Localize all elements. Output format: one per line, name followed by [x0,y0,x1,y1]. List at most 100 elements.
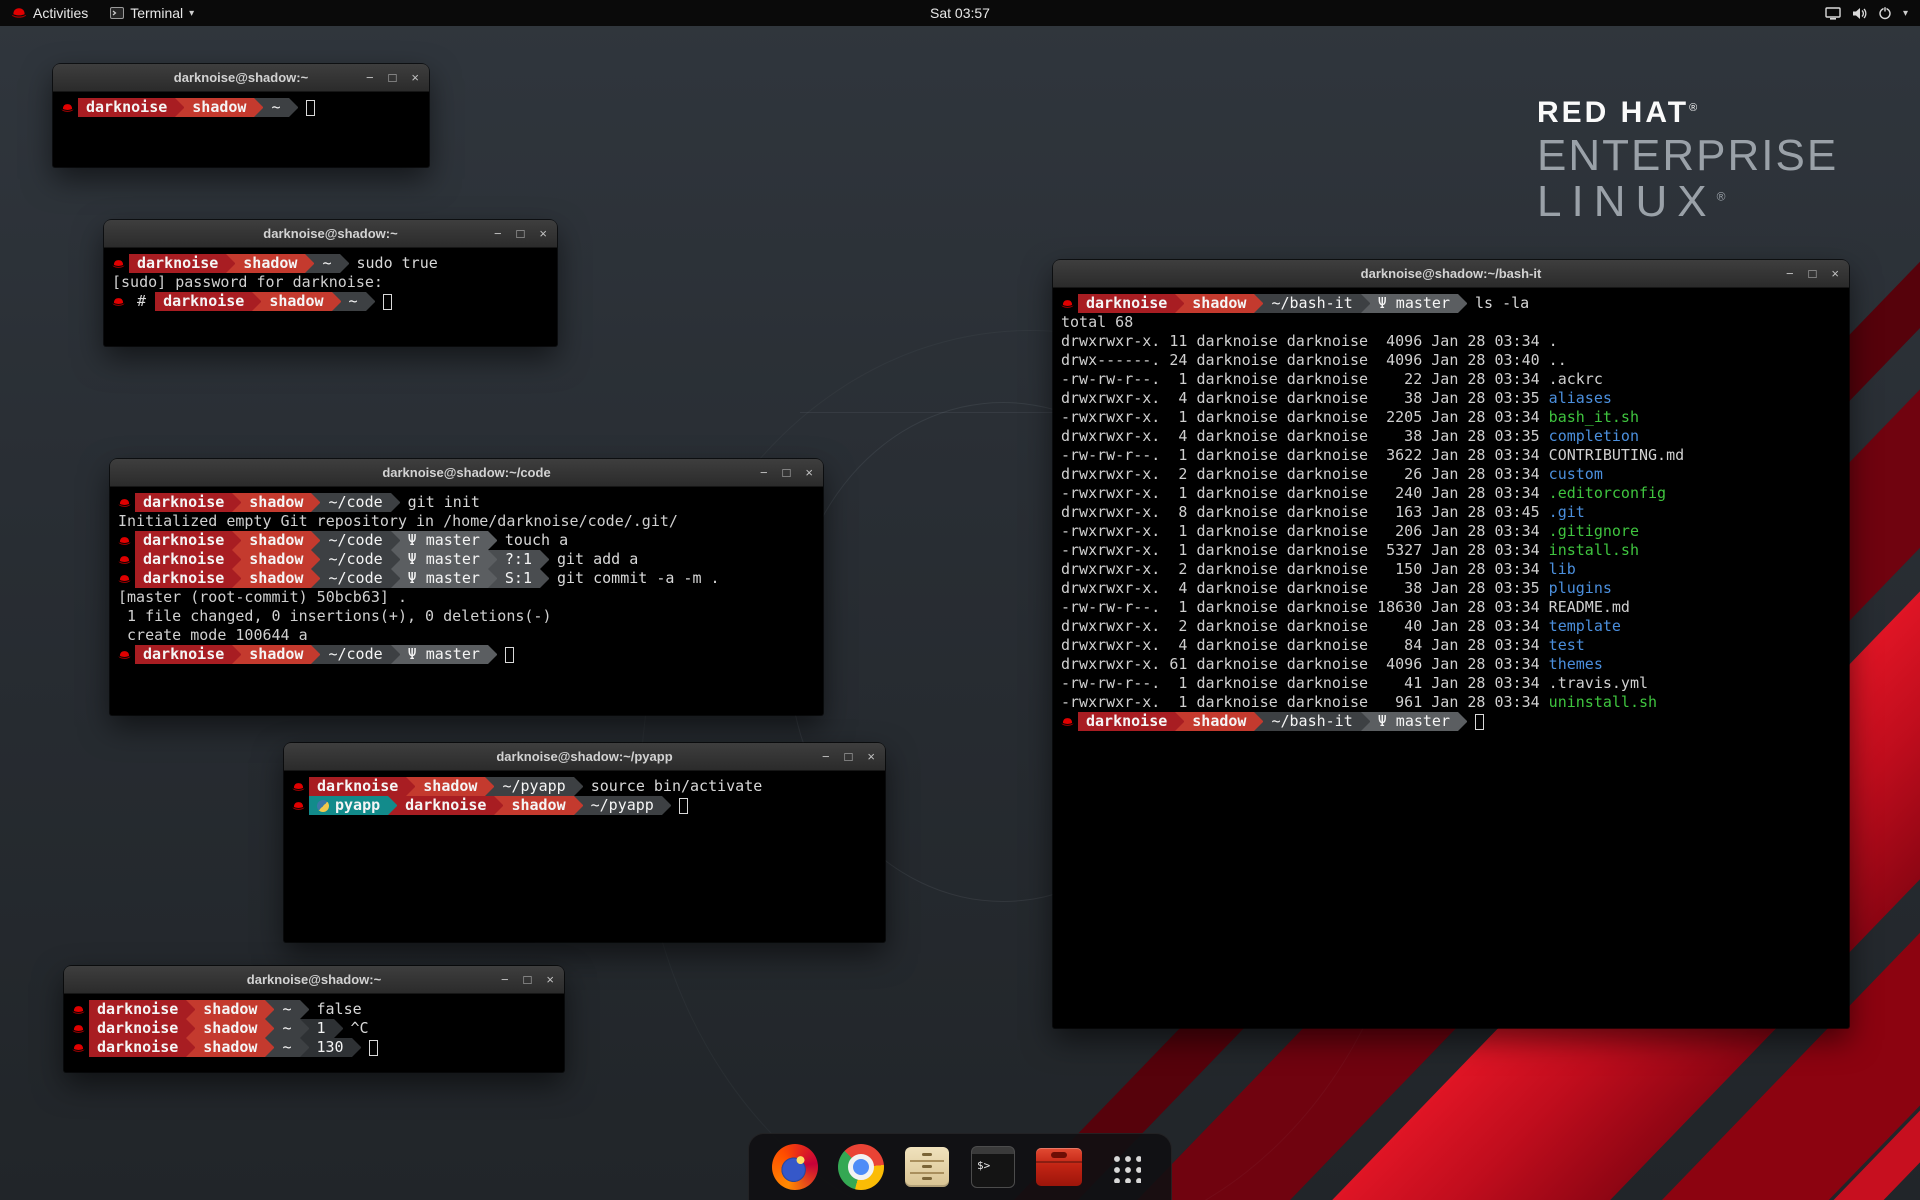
prompt-segment-path: ~ [274,1038,299,1057]
terminal-content[interactable]: darknoiseshadow~/pyappsource bin/activat… [284,771,885,819]
powerline-separator [175,98,184,117]
ls-line-details: drwxrwxr-x. 4 darknoise darknoise 38 Jan… [1057,389,1549,408]
maximize-button[interactable]: □ [389,71,397,84]
ls-line-details: drwxrwxr-x. 61 darknoise darknoise 4096 … [1057,655,1549,674]
close-button[interactable]: × [1831,267,1839,280]
maximize-button[interactable]: □ [845,750,853,763]
close-button[interactable]: × [411,71,419,84]
ls-line-details: -rwxrwxr-x. 1 darknoise darknoise 5327 J… [1057,541,1549,560]
firefox-icon [772,1144,818,1190]
prompt-segment-text: shadow [192,98,246,117]
command-text: git add a [549,550,638,569]
powerline-separator [232,645,241,664]
dock-firefox-icon[interactable] [771,1143,819,1191]
close-button[interactable]: × [546,973,554,986]
terminal-content[interactable]: darknoiseshadow~ [53,92,429,121]
terminal-content[interactable]: darknoiseshadow~sudo true[sudo] password… [104,248,557,315]
terminal-line: 1 file changed, 0 insertions(+), 0 delet… [114,607,821,626]
powerline-separator [388,796,397,815]
clock[interactable]: Sat 03:57 [930,5,990,21]
file-name: . [1549,332,1558,351]
terminal-line: darknoiseshadow~/bash-itΨ master [1057,712,1847,731]
file-name: install.sh [1549,541,1639,560]
minimize-button[interactable]: − [494,227,502,240]
terminal-line: -rwxrwxr-x. 1 darknoise darknoise 5327 J… [1057,541,1847,560]
grid-icon [1110,1152,1141,1183]
window-titlebar[interactable]: darknoise@shadow:~−□× [64,966,564,994]
redhat-icon [114,550,135,569]
window-titlebar[interactable]: darknoise@shadow:~−□× [53,64,429,92]
prompt-segment-text: darknoise [97,1038,178,1057]
powerline-separator [1175,294,1184,313]
terminal-content[interactable]: darknoiseshadow~/bash-itΨ masterls -lato… [1053,288,1849,735]
minimize-button[interactable]: − [366,71,374,84]
maximize-button[interactable]: □ [1809,267,1817,280]
dock-terminal-icon[interactable]: $> [969,1143,1017,1191]
prompt-segment-text: 1 [317,1019,326,1038]
minimize-button[interactable]: − [760,466,768,479]
redhat-icon [114,531,135,550]
rhel-wallpaper-logo: RED HAT® ENTERPRISE LINUX® [1537,96,1838,225]
window-titlebar[interactable]: darknoise@shadow:~/pyapp−□× [284,743,885,771]
terminal-window: darknoise@shadow:~−□×darknoiseshadow~ [53,64,429,167]
minimize-button[interactable]: − [822,750,830,763]
dock-files-icon[interactable] [903,1143,951,1191]
prompt-segment-gitstat: ?:1 [497,550,540,569]
terminal-content[interactable]: darknoiseshadow~/codegit initInitialized… [110,487,823,668]
activities-button[interactable]: Activities [0,0,99,26]
prompt-segment-user: darknoise [397,796,494,815]
terminal-content[interactable]: darknoiseshadow~falsedarknoiseshadow~1^C… [64,994,564,1061]
ls-line-details: drwxrwxr-x. 4 darknoise darknoise 38 Jan… [1057,579,1549,598]
chevron-down-icon: ▾ [1903,8,1908,19]
window-titlebar[interactable]: darknoise@shadow:~/code−□× [110,459,823,487]
terminal-line: create mode 100644 a [114,626,821,645]
terminal-line: drwxrwxr-x. 8 darknoise darknoise 163 Ja… [1057,503,1847,522]
close-button[interactable]: × [805,466,813,479]
prompt-segment-path: ~/bash-it [1263,712,1360,731]
window-titlebar[interactable]: darknoise@shadow:~ − □ × [104,220,557,248]
terminal-line: darknoiseshadow~/bash-itΨ masterls -la [1057,294,1847,313]
maximize-button[interactable]: □ [783,466,791,479]
window-controls: − □ × [1786,260,1839,287]
logo-line-enterprise: ENTERPRISE [1537,133,1838,179]
command-text: source bin/activate [583,777,763,796]
command-text: ls -la [1467,294,1529,313]
prompt-segment-text: S:1 [505,569,532,588]
file-name: custom [1549,465,1603,484]
terminal-cursor [505,647,514,663]
registered-mark: ® [1689,102,1700,114]
file-name: .. [1549,351,1567,370]
terminal-line: darknoiseshadow~/codeΨ mastertouch a [114,531,821,550]
file-name: aliases [1549,389,1612,408]
prompt-segment-text: Ψ master [408,531,480,550]
ls-line-details: -rw-rw-r--. 1 darknoise darknoise 18630 … [1057,598,1549,617]
app-menu-terminal[interactable]: Terminal ▾ [99,0,205,26]
dock-grid-icon[interactable] [1101,1143,1149,1191]
terminal-prompt-glyph: $> [977,1159,990,1172]
prompt-segment-git: Ψ master [400,645,488,664]
maximize-button[interactable]: □ [524,973,532,986]
maximize-button[interactable]: □ [517,227,525,240]
file-name: .git [1549,503,1585,522]
terminal-window: darknoise@shadow:~ − □ × darknoiseshadow~sud… [104,220,557,346]
minimize-button[interactable]: − [501,973,509,986]
minimize-button[interactable]: − [1786,267,1794,280]
prompt-segment-text: darknoise [97,1000,178,1019]
terminal-icon: $> [971,1146,1015,1188]
dock: $> [748,1133,1172,1200]
powerline-separator [311,645,320,664]
close-button[interactable]: × [867,750,875,763]
window-titlebar[interactable]: darknoise@shadow:~/bash-it−□× [1053,260,1849,288]
powerline-separator [391,645,400,664]
close-button[interactable]: × [539,227,547,240]
prompt-segment-text: darknoise [405,796,486,815]
terminal-line: drwxrwxr-x. 2 darknoise darknoise 150 Ja… [1057,560,1847,579]
dock-toolbox-icon[interactable] [1035,1143,1083,1191]
prompt-segment-text: shadow [249,569,303,588]
dock-chrome-icon[interactable] [837,1143,885,1191]
command-text: # [129,292,155,311]
terminal-cursor [679,798,688,814]
window-title: darknoise@shadow:~ [263,226,397,241]
system-status-area[interactable]: ▾ [1817,0,1916,26]
powerline-separator [226,254,235,273]
